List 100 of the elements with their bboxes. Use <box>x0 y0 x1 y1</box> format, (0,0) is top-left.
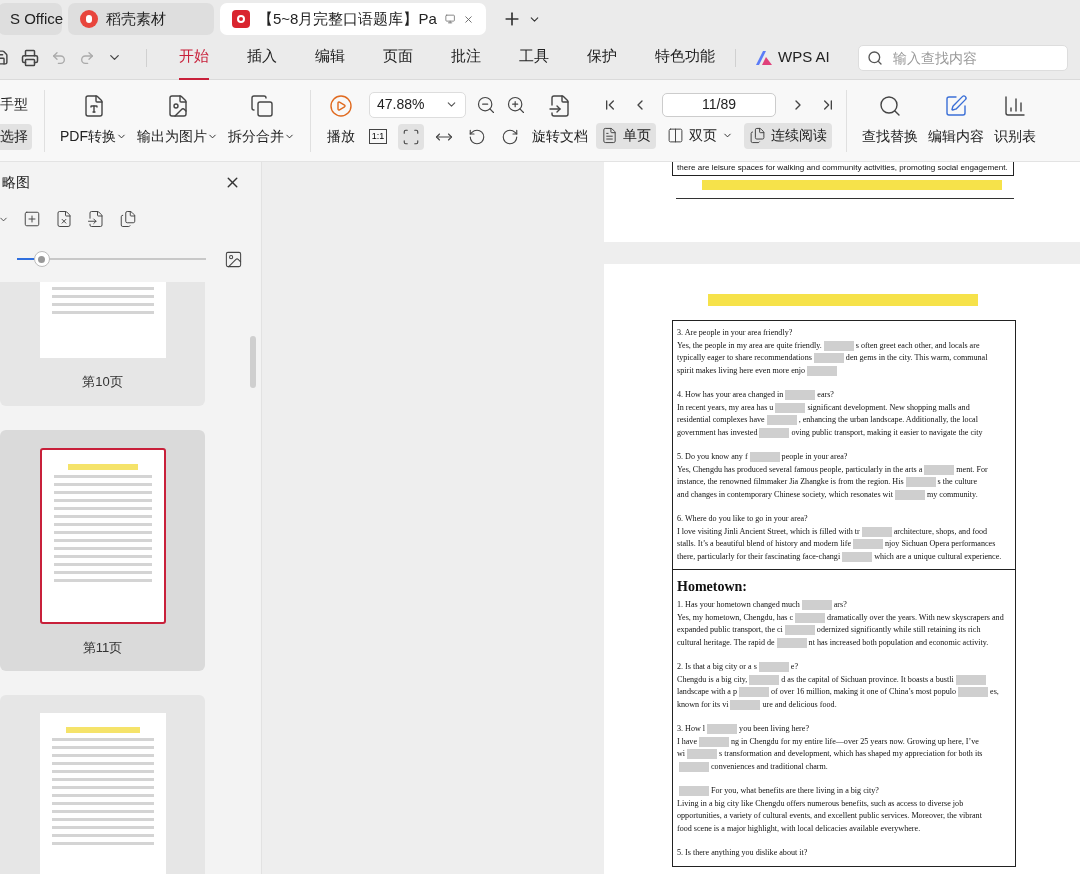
zoom-in-icon[interactable] <box>506 94 526 115</box>
fit-page-button[interactable] <box>398 123 424 150</box>
menu-tab[interactable]: 批注 <box>451 35 481 80</box>
blurred-patch <box>958 687 989 698</box>
menu-tab[interactable]: 保护 <box>587 35 617 80</box>
insert-page-icon[interactable] <box>87 210 105 228</box>
blurred-patch <box>687 749 718 760</box>
menu-tab[interactable]: 页面 <box>383 35 413 80</box>
layout-button[interactable]: 单页 <box>596 122 656 149</box>
section-heading: Hometown: <box>677 578 748 596</box>
thumbnail-card[interactable]: 第10页 <box>0 282 205 406</box>
tool-button[interactable]: 识别表 <box>989 94 1041 147</box>
document-text: you been living here? <box>739 723 809 736</box>
blurred-patch <box>730 699 761 710</box>
mode-button[interactable]: 选择 <box>0 123 32 150</box>
blurred-patch <box>758 662 789 673</box>
play-button[interactable]: 播放 <box>327 94 355 147</box>
actual-size-button[interactable]: 1:1 <box>365 123 391 150</box>
zoom-field[interactable]: 47.88% <box>369 91 466 118</box>
tool-button[interactable]: 查找替换 <box>857 94 923 147</box>
thumbnail-card[interactable]: 第11页 <box>0 429 205 671</box>
document-text: architecture, shops, and food <box>893 525 988 538</box>
menu-tab[interactable]: 编辑 <box>315 35 345 80</box>
page-label: 第10页 <box>82 373 123 391</box>
document-text: 6. Where do you like to go in your area? <box>677 513 808 526</box>
document-text: people in your area? <box>781 451 848 464</box>
layout-button[interactable]: 双页 <box>662 122 738 149</box>
print-icon[interactable] <box>21 48 39 67</box>
blurred-patch <box>766 415 797 426</box>
document-text: ment. For <box>956 463 988 476</box>
app-tab[interactable]: 稻壳素材 <box>68 3 214 35</box>
document-text: 5. Do you know any f <box>677 451 748 464</box>
docer-logo-icon <box>80 10 98 28</box>
mode-button[interactable]: 手型 <box>0 91 32 118</box>
blurred-patch <box>707 724 738 735</box>
slider-thumb[interactable] <box>33 251 50 267</box>
chart-icon <box>1003 94 1027 118</box>
document-text: I love visiting Jinli Ancient Street, which is filled with tr <box>677 525 860 538</box>
document-text: Chengdu is a big city, <box>677 673 748 686</box>
app-tab[interactable]: 【5~8月完整口语题库】Pa <box>220 3 486 35</box>
document-text: stalls. It’s a beautiful blend of history and modern life <box>677 538 851 551</box>
tab-title: 【5~8月完整口语题库】Pa <box>258 8 437 29</box>
document-text: my community. <box>926 488 978 501</box>
document-text: 2. Is that a big city or a s <box>677 661 757 674</box>
monitor-icon[interactable] <box>444 12 456 26</box>
document-text: ears? <box>817 389 834 402</box>
add-page-icon[interactable] <box>23 210 41 228</box>
delete-page-icon[interactable] <box>55 210 73 228</box>
document-text: landscape with a p <box>677 686 737 699</box>
scrollbar[interactable] <box>250 336 256 388</box>
zoom-out-icon[interactable] <box>476 94 496 115</box>
blurred-patch <box>759 427 790 438</box>
blurred-patch <box>894 489 925 500</box>
rotate-document-button[interactable]: 旋转文档 <box>532 94 588 147</box>
document-text: and changes in contemporary Chinese society, which resonates wit <box>677 488 893 501</box>
document-text: oving public transport, making it easier to navigate the city <box>791 426 983 439</box>
panel-title: 略图 <box>2 172 30 192</box>
document-text: I have <box>677 735 697 748</box>
document-text: d as the capital of Sichuan province. It boasts a bustli <box>781 673 954 686</box>
page-label: 第11页 <box>82 638 123 657</box>
menu-tab[interactable]: 特色功能 <box>655 35 715 80</box>
document-text: cultural heritage. The rapid de <box>677 636 775 649</box>
document-text: which are a unique cultural experience. <box>874 550 1002 563</box>
blurred-patch <box>813 353 844 364</box>
document-text: of over 16 million, making it one of China’s most populo <box>771 686 957 699</box>
document-text: nt has increased both population and economic activity. <box>808 636 989 649</box>
page-number-field[interactable]: 11/89 <box>662 92 776 117</box>
image-icon[interactable] <box>224 249 243 269</box>
document-text: Yes, the people in my area are quite friendly. <box>677 339 822 352</box>
blurred-patch <box>801 600 832 611</box>
app-tab[interactable]: S Office <box>0 3 62 35</box>
layout-button[interactable]: 连续阅读 <box>744 122 832 149</box>
menu-tab[interactable]: 插入 <box>247 35 277 80</box>
thumbnail-card[interactable] <box>0 695 205 874</box>
tool-button[interactable]: 输出为图片 <box>132 94 223 147</box>
ai-button[interactable]: WPS AI <box>756 46 830 69</box>
two-columns-icon <box>667 127 684 144</box>
menu-tab[interactable]: 工具 <box>519 35 549 80</box>
tool-button[interactable]: 编辑内容 <box>923 94 989 147</box>
document-text: food scene is a major highlight, with local delicacies available everywhere. <box>677 822 921 835</box>
document-text: ure and delicious food. <box>762 698 837 711</box>
extract-pages-icon[interactable] <box>119 210 137 228</box>
blurred-patch <box>842 551 873 562</box>
document-text: 3. How l <box>677 723 706 736</box>
document-text: instance, the renowned filmmaker Jia Zhangke is from the region. His <box>677 476 904 489</box>
search-field[interactable]: 输入查找内容 <box>857 44 1068 71</box>
document-text: odernized significantly while still retaining its rich <box>816 624 981 637</box>
pages-icon <box>749 127 766 144</box>
document-text: njoy Sichuan Opera performances <box>885 538 996 551</box>
blurred-patch <box>749 674 780 685</box>
document-text: s transformation and development, which has shaped my appreciation for both its <box>719 748 983 761</box>
search-icon <box>866 49 883 66</box>
page-icon <box>601 127 618 144</box>
document-text: 3. Are people in your area friendly? <box>677 327 793 340</box>
blurred-patch <box>853 539 883 550</box>
tool-button[interactable]: PDF转换 <box>55 94 132 147</box>
document-text: typically eager to share recommendations <box>677 352 812 365</box>
tool-button[interactable]: 拆分合并 <box>223 94 300 147</box>
blurred-patch <box>785 390 816 401</box>
pen-square-icon <box>944 94 968 118</box>
